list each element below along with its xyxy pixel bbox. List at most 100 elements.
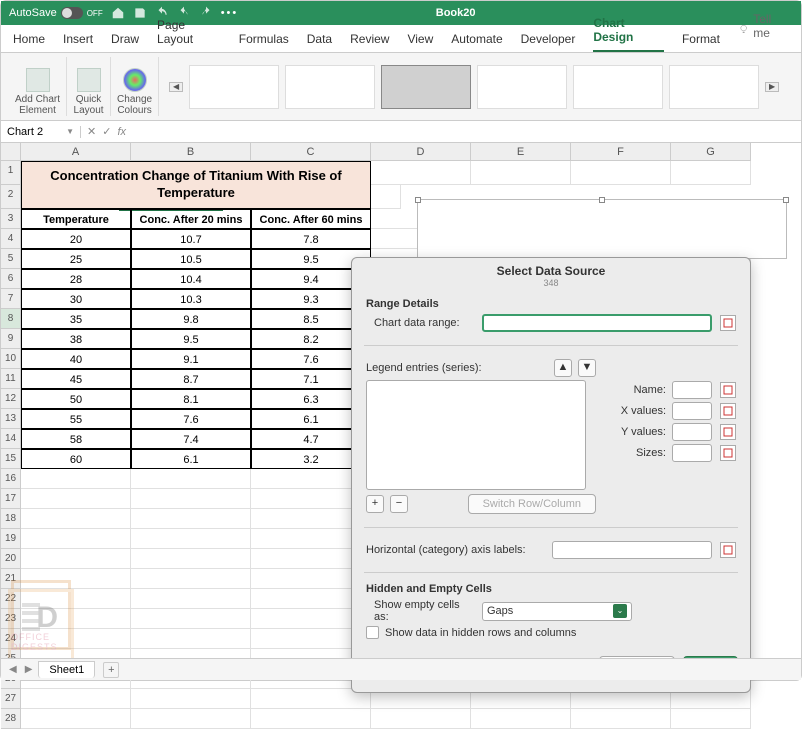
series-name-input[interactable]: [672, 381, 712, 399]
cell-A1[interactable]: Concentration Change of Titanium With Ri…: [21, 161, 371, 209]
row-header-17[interactable]: 17: [1, 489, 21, 509]
tab-home[interactable]: Home: [13, 32, 45, 52]
haxis-picker-icon[interactable]: [720, 542, 736, 558]
cell-B28[interactable]: [131, 709, 251, 729]
cell-B16[interactable]: [131, 469, 251, 489]
sizes-picker-icon[interactable]: [720, 445, 736, 461]
cancel-formula-icon[interactable]: ✕: [87, 125, 96, 138]
redo-icon[interactable]: [199, 6, 213, 20]
cell-A3[interactable]: Temperature: [21, 209, 131, 229]
row-header-10[interactable]: 10: [1, 349, 21, 369]
cell-D28[interactable]: [371, 709, 471, 729]
col-header-A[interactable]: A: [21, 143, 131, 161]
cell-B4[interactable]: 10.7: [131, 229, 251, 249]
tab-data[interactable]: Data: [307, 32, 332, 52]
row-header-19[interactable]: 19: [1, 529, 21, 549]
switch-row-column-button[interactable]: Switch Row/Column: [468, 494, 596, 514]
cell-C4[interactable]: 7.8: [251, 229, 371, 249]
undo-icon[interactable]: [177, 6, 191, 20]
tell-me[interactable]: Tell me: [738, 12, 789, 52]
tab-format[interactable]: Format: [682, 32, 720, 52]
cell-A6[interactable]: 28: [21, 269, 131, 289]
cell-B13[interactable]: 7.6: [131, 409, 251, 429]
cell-C28[interactable]: [251, 709, 371, 729]
cell-B3[interactable]: Conc. After 20 mins: [131, 209, 251, 229]
home-icon[interactable]: [111, 6, 125, 20]
tab-review[interactable]: Review: [350, 32, 389, 52]
y-values-input[interactable]: [672, 423, 712, 441]
row-header-7[interactable]: 7: [1, 289, 21, 309]
cell-A10[interactable]: 40: [21, 349, 131, 369]
row-header-20[interactable]: 20: [1, 549, 21, 569]
row-header-12[interactable]: 12: [1, 389, 21, 409]
col-header-D[interactable]: D: [371, 143, 471, 161]
sheet-nav-prev[interactable]: ▶: [23, 664, 35, 675]
cell-B8[interactable]: 9.8: [131, 309, 251, 329]
col-header-F[interactable]: F: [571, 143, 671, 161]
tab-automate[interactable]: Automate: [451, 32, 502, 52]
cell-A20[interactable]: [21, 549, 131, 569]
more-icon[interactable]: •••: [221, 7, 239, 19]
cell-A4[interactable]: 20: [21, 229, 131, 249]
show-hidden-checkbox[interactable]: [366, 626, 379, 639]
sizes-input[interactable]: [672, 444, 712, 462]
gallery-prev[interactable]: ◀: [169, 82, 183, 92]
col-header-G[interactable]: G: [671, 143, 751, 161]
cell-B17[interactable]: [131, 489, 251, 509]
row-header-11[interactable]: 11: [1, 369, 21, 389]
cell-A15[interactable]: 60: [21, 449, 131, 469]
cell-B14[interactable]: 7.4: [131, 429, 251, 449]
cell-G28[interactable]: [671, 709, 751, 729]
sheet-nav-first[interactable]: ◀: [7, 664, 19, 675]
row-header-15[interactable]: 15: [1, 449, 21, 469]
cell-B19[interactable]: [131, 529, 251, 549]
chart-data-range-input[interactable]: [482, 314, 712, 332]
cell-A9[interactable]: 38: [21, 329, 131, 349]
sheet-tab-1[interactable]: Sheet1: [38, 661, 95, 678]
cell-E28[interactable]: [471, 709, 571, 729]
cell-G1[interactable]: [671, 161, 751, 185]
cell-A12[interactable]: 50: [21, 389, 131, 409]
x-values-input[interactable]: [672, 402, 712, 420]
row-header-16[interactable]: 16: [1, 469, 21, 489]
quick-layout-button[interactable]: Quick Layout: [67, 57, 111, 116]
cell-B18[interactable]: [131, 509, 251, 529]
row-header-8[interactable]: 8: [1, 309, 21, 329]
cell-A16[interactable]: [21, 469, 131, 489]
tab-chart-design[interactable]: Chart Design: [593, 16, 664, 52]
cell-F1[interactable]: [571, 161, 671, 185]
gallery-next[interactable]: ▶: [765, 82, 779, 92]
cell-B10[interactable]: 9.1: [131, 349, 251, 369]
cell-B24[interactable]: [131, 629, 251, 649]
row-header-6[interactable]: 6: [1, 269, 21, 289]
horizontal-axis-input[interactable]: [552, 541, 712, 559]
tab-page-layout[interactable]: Page Layout: [157, 18, 221, 52]
row-header-13[interactable]: 13: [1, 409, 21, 429]
row-header-27[interactable]: 27: [1, 689, 21, 709]
cell-B12[interactable]: 8.1: [131, 389, 251, 409]
cell-B6[interactable]: 10.4: [131, 269, 251, 289]
cell-A14[interactable]: 58: [21, 429, 131, 449]
save-icon[interactable]: [133, 6, 147, 20]
row-header-2[interactable]: 2: [1, 185, 21, 209]
chart-style-3[interactable]: [381, 65, 471, 109]
cell-A17[interactable]: [21, 489, 131, 509]
move-up-button[interactable]: ▲: [554, 359, 572, 377]
row-header-14[interactable]: 14: [1, 429, 21, 449]
range-picker-icon[interactable]: [720, 315, 736, 331]
cell-A18[interactable]: [21, 509, 131, 529]
row-header-1[interactable]: 1: [1, 161, 21, 185]
col-header-B[interactable]: B: [131, 143, 251, 161]
series-listbox[interactable]: [366, 380, 586, 490]
tab-view[interactable]: View: [407, 32, 433, 52]
x-picker-icon[interactable]: [720, 403, 736, 419]
cell-B22[interactable]: [131, 589, 251, 609]
cell-A27[interactable]: [21, 689, 131, 709]
cell-A28[interactable]: [21, 709, 131, 729]
cell-C3[interactable]: Conc. After 60 mins: [251, 209, 371, 229]
tab-developer[interactable]: Developer: [521, 32, 576, 52]
cell-B15[interactable]: 6.1: [131, 449, 251, 469]
col-header-C[interactable]: C: [251, 143, 371, 161]
cell-A13[interactable]: 55: [21, 409, 131, 429]
cell-B5[interactable]: 10.5: [131, 249, 251, 269]
